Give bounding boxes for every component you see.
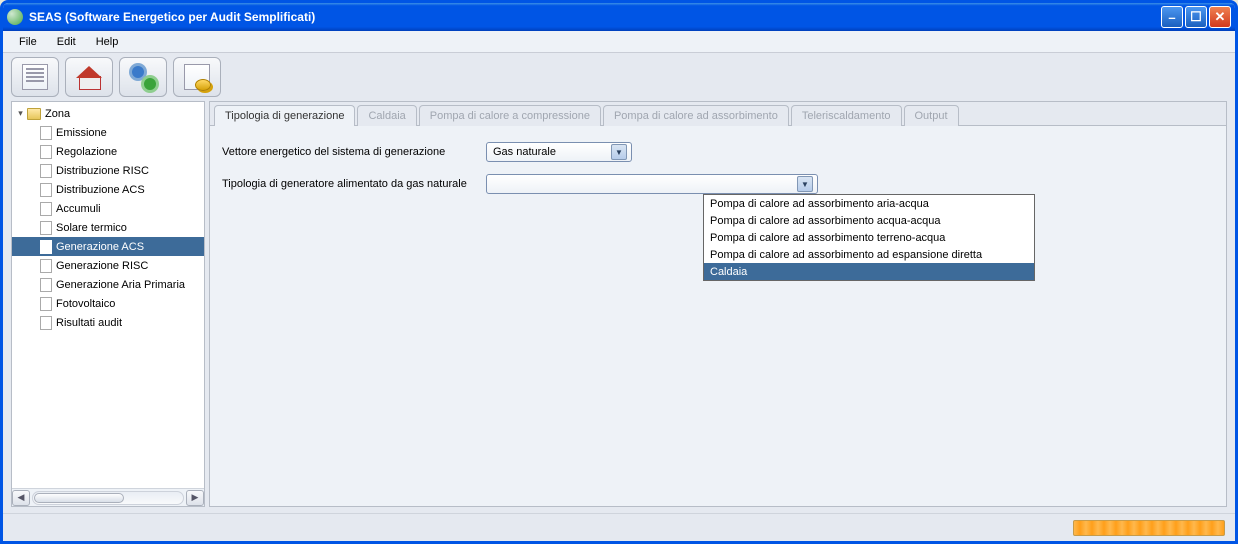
tree-horizontal-scrollbar[interactable]: ◀ ▶: [12, 488, 204, 506]
document-coins-icon: [184, 64, 210, 90]
main-panel: Tipologia di generazione Caldaia Pompa d…: [209, 101, 1227, 507]
tab-pompa-assorbimento[interactable]: Pompa di calore ad assorbimento: [603, 105, 789, 126]
row-vettore-energetico: Vettore energetico del sistema di genera…: [222, 142, 1214, 162]
gears-icon: [130, 64, 156, 90]
tree-item-label: Regolazione: [56, 146, 117, 158]
dropdown-tipologia-generatore: Pompa di calore ad assorbimento aria-acq…: [703, 194, 1035, 281]
scroll-left-button[interactable]: ◀: [12, 490, 30, 506]
titlebar: SEAS (Software Energetico per Audit Semp…: [3, 3, 1235, 31]
file-icon: [40, 164, 52, 178]
content-area: ▾ Zona Emissione Regolazione Distribuzio…: [3, 101, 1235, 513]
select-tipologia-generatore[interactable]: ▼: [486, 174, 818, 194]
file-icon: [40, 202, 52, 216]
tree-item-distribuzione-acs[interactable]: Distribuzione ACS: [12, 180, 204, 199]
menubar: File Edit Help: [3, 31, 1235, 53]
tree-item-fotovoltaico[interactable]: Fotovoltaico: [12, 294, 204, 313]
scroll-right-button[interactable]: ▶: [186, 490, 204, 506]
tree-item-emissione[interactable]: Emissione: [12, 123, 204, 142]
dropdown-option[interactable]: Pompa di calore ad assorbimento terreno-…: [704, 229, 1034, 246]
tree-item-accumuli[interactable]: Accumuli: [12, 199, 204, 218]
tree-item-label: Generazione Aria Primaria: [56, 279, 185, 291]
chevron-down-icon: ▼: [611, 144, 627, 160]
menu-edit[interactable]: Edit: [47, 34, 86, 50]
tab-strip: Tipologia di generazione Caldaia Pompa d…: [210, 102, 1226, 126]
app-icon: [7, 9, 23, 25]
scroll-thumb[interactable]: [34, 493, 124, 503]
window-title: SEAS (Software Energetico per Audit Semp…: [29, 10, 1159, 24]
tree-item-label: Distribuzione RISC: [56, 165, 149, 177]
tree-item-risultati-audit[interactable]: Risultati audit: [12, 313, 204, 332]
tree-root-zona[interactable]: ▾ Zona: [12, 104, 204, 123]
toolbar-settings[interactable]: [119, 57, 167, 97]
label-vettore-energetico: Vettore energetico del sistema di genera…: [222, 146, 486, 158]
tree-item-label: Generazione ACS: [56, 241, 144, 253]
tab-tipologia-generazione[interactable]: Tipologia di generazione: [214, 105, 355, 126]
tree-panel: ▾ Zona Emissione Regolazione Distribuzio…: [11, 101, 205, 507]
statusbar: [3, 513, 1235, 541]
close-button[interactable]: ✕: [1209, 6, 1231, 28]
menu-file[interactable]: File: [9, 34, 47, 50]
file-icon: [40, 145, 52, 159]
file-icon: [40, 183, 52, 197]
tree-item-label: Accumuli: [56, 203, 101, 215]
tree-root-label: Zona: [45, 108, 70, 120]
tree-item-generazione-acs[interactable]: Generazione ACS: [12, 237, 204, 256]
document-icon: [22, 64, 48, 90]
tree-item-distribuzione-risc[interactable]: Distribuzione RISC: [12, 161, 204, 180]
dropdown-option[interactable]: Pompa di calore ad assorbimento acqua-ac…: [704, 212, 1034, 229]
file-icon: [40, 297, 52, 311]
toolbar-costs[interactable]: [173, 57, 221, 97]
tree-item-generazione-risc[interactable]: Generazione RISC: [12, 256, 204, 275]
tree-item-label: Emissione: [56, 127, 107, 139]
tree-item-label: Risultati audit: [56, 317, 122, 329]
toolbar-home[interactable]: [65, 57, 113, 97]
row-tipologia-generatore: Tipologia di generatore alimentato da ga…: [222, 174, 1214, 194]
menu-help[interactable]: Help: [86, 34, 129, 50]
tree-item-label: Distribuzione ACS: [56, 184, 145, 196]
minimize-button[interactable]: –: [1161, 6, 1183, 28]
tree-item-label: Generazione RISC: [56, 260, 148, 272]
dropdown-option[interactable]: Pompa di calore ad assorbimento aria-acq…: [704, 195, 1034, 212]
chevron-down-icon: ▼: [797, 176, 813, 192]
label-tipologia-generatore: Tipologia di generatore alimentato da ga…: [222, 178, 486, 190]
file-icon: [40, 259, 52, 273]
toolbar-new-document[interactable]: [11, 57, 59, 97]
tree-item-solare-termico[interactable]: Solare termico: [12, 218, 204, 237]
dropdown-option-highlighted[interactable]: Caldaia: [704, 263, 1034, 280]
maximize-button[interactable]: ☐: [1185, 6, 1207, 28]
tab-content: Vettore energetico del sistema di genera…: [210, 126, 1226, 506]
tab-teleriscaldamento[interactable]: Teleriscaldamento: [791, 105, 902, 126]
progress-bar: [1073, 520, 1225, 536]
file-icon: [40, 316, 52, 330]
tree-item-label: Fotovoltaico: [56, 298, 115, 310]
home-icon: [76, 64, 102, 90]
scroll-track[interactable]: [32, 491, 184, 505]
tree-collapse-icon[interactable]: ▾: [16, 109, 25, 118]
tab-caldaia[interactable]: Caldaia: [357, 105, 416, 126]
file-icon: [40, 126, 52, 140]
app-window: SEAS (Software Energetico per Audit Semp…: [0, 0, 1238, 544]
select-value: Gas naturale: [493, 146, 556, 158]
file-icon: [40, 278, 52, 292]
tree-item-label: Solare termico: [56, 222, 127, 234]
select-vettore-energetico[interactable]: Gas naturale ▼: [486, 142, 632, 162]
tab-output[interactable]: Output: [904, 105, 959, 126]
nav-tree[interactable]: ▾ Zona Emissione Regolazione Distribuzio…: [12, 102, 204, 488]
file-icon: [40, 240, 52, 254]
tab-pompa-compressione[interactable]: Pompa di calore a compressione: [419, 105, 601, 126]
folder-icon: [27, 108, 41, 120]
tree-item-generazione-aria-primaria[interactable]: Generazione Aria Primaria: [12, 275, 204, 294]
tree-item-regolazione[interactable]: Regolazione: [12, 142, 204, 161]
file-icon: [40, 221, 52, 235]
dropdown-option[interactable]: Pompa di calore ad assorbimento ad espan…: [704, 246, 1034, 263]
toolbar: [3, 53, 1235, 101]
